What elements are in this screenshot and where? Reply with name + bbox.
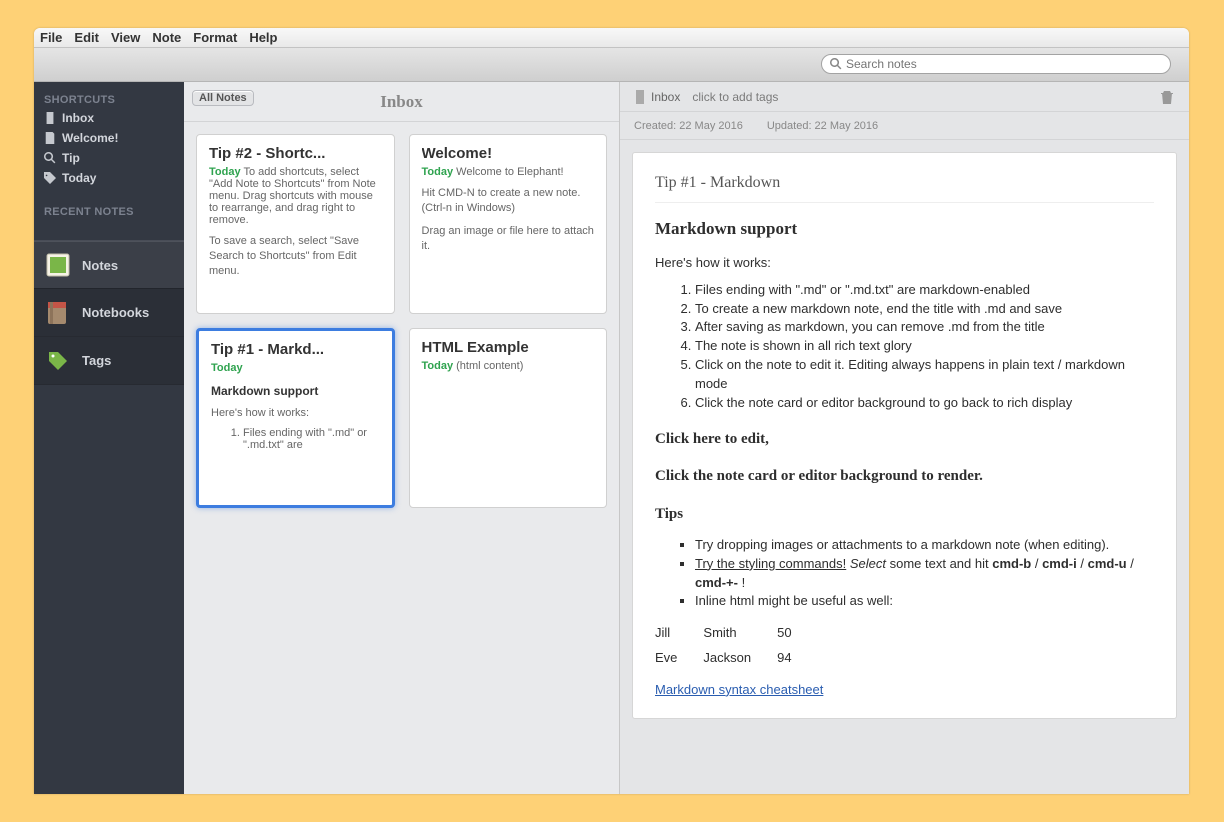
- note-heading: Markdown support: [655, 217, 1154, 242]
- note-title: Tip #1 - Markdown: [655, 171, 1154, 203]
- card-date: Today: [209, 166, 241, 178]
- card-body: To save a search, select "Save Search to…: [209, 234, 382, 279]
- note-card[interactable]: Welcome! Today Welcome to Elephant! Hit …: [409, 134, 608, 314]
- menubar: File Edit View Note Format Help: [34, 28, 1189, 48]
- card-body: Hit CMD-N to create a new note. (Ctrl-n …: [422, 186, 595, 216]
- menu-edit[interactable]: Edit: [74, 30, 99, 45]
- tags-icon: [45, 348, 71, 374]
- created-date: Created: 22 May 2016: [634, 120, 743, 132]
- nav-notes[interactable]: Notes: [34, 241, 184, 289]
- note-card[interactable]: Tip #2 - Shortc... Today To add shortcut…: [196, 134, 395, 314]
- step-item: After saving as markdown, you can remove…: [695, 318, 1154, 337]
- shortcut-label: Inbox: [62, 111, 94, 125]
- note-card-selected[interactable]: Tip #1 - Markd... Today Markdown support…: [196, 328, 395, 508]
- note-card[interactable]: HTML Example Today (html content): [409, 328, 608, 508]
- notebook-icon: [634, 90, 646, 104]
- note-text: Here's how it works:: [655, 254, 1154, 273]
- tag-icon: [44, 172, 56, 184]
- notes-icon: [45, 252, 71, 278]
- shortcut-label: Today: [62, 171, 96, 185]
- all-notes-button[interactable]: All Notes: [192, 90, 254, 106]
- shortcut-inbox[interactable]: Inbox: [34, 108, 184, 128]
- note-list: All Notes Inbox Tip #2 - Shortc... Today…: [184, 82, 620, 794]
- shortcut-tip[interactable]: Tip: [34, 148, 184, 168]
- card-subheading: Markdown support: [211, 384, 380, 398]
- search-icon: [830, 58, 842, 70]
- shortcuts-header: SHORTCUTS: [34, 90, 184, 108]
- tip-item: Try the styling commands! Select some te…: [695, 555, 1154, 593]
- card-title: HTML Example: [422, 339, 595, 356]
- example-table: JillSmith50 EveJackson94: [655, 621, 818, 671]
- step-item: Click the note card or editor background…: [695, 394, 1154, 413]
- card-body: (html content): [456, 360, 523, 372]
- card-date: Today: [422, 166, 454, 178]
- shortcut-label: Welcome!: [62, 131, 118, 145]
- card-date: Today: [422, 360, 454, 372]
- notebook-icon: [44, 112, 56, 124]
- recent-notes-header: RECENT NOTES: [34, 202, 184, 220]
- note-heading: Click the note card or editor background…: [655, 466, 1154, 488]
- sidebar: SHORTCUTS Inbox Welcome! Tip Today RECEN…: [34, 82, 184, 794]
- step-item: To create a new markdown note, end the t…: [695, 300, 1154, 319]
- card-body: Here's how it works:: [211, 406, 380, 421]
- add-tags-hint[interactable]: click to add tags: [692, 90, 778, 104]
- shortcut-today[interactable]: Today: [34, 168, 184, 188]
- notebook-pill[interactable]: Inbox: [634, 90, 680, 104]
- search-input-wrap[interactable]: [821, 54, 1171, 74]
- search-input[interactable]: [846, 57, 1162, 71]
- nav-label: Notes: [82, 258, 118, 273]
- notebook-name: Inbox: [651, 90, 680, 104]
- card-title: Welcome!: [422, 145, 595, 162]
- nav-tags[interactable]: Tags: [34, 337, 184, 385]
- shortcut-welcome[interactable]: Welcome!: [34, 128, 184, 148]
- step-item: Files ending with ".md" or ".md.txt" are…: [695, 281, 1154, 300]
- cheatsheet-link[interactable]: Markdown syntax cheatsheet: [655, 682, 823, 697]
- card-title: Tip #1 - Markd...: [211, 341, 380, 358]
- app-window: File Edit View Note Format Help SHORTCUT…: [34, 28, 1189, 794]
- trash-icon[interactable]: [1159, 89, 1175, 105]
- nav-label: Tags: [82, 353, 111, 368]
- card-list-item: Files ending with ".md" or ".md.txt" are: [243, 427, 380, 451]
- nav-label: Notebooks: [82, 305, 149, 320]
- updated-date: Updated: 22 May 2016: [767, 120, 878, 132]
- card-body: Drag an image or file here to attach it.: [422, 224, 595, 254]
- card-title: Tip #2 - Shortc...: [209, 145, 382, 162]
- toolbar: [34, 48, 1189, 82]
- note-heading: Tips: [655, 504, 1154, 526]
- step-item: The note is shown in all rich text glory: [695, 337, 1154, 356]
- step-item: Click on the note to edit it. Editing al…: [695, 356, 1154, 394]
- note-icon: [44, 132, 56, 144]
- menu-help[interactable]: Help: [249, 30, 277, 45]
- card-date: Today: [211, 362, 243, 374]
- notebook-title: Inbox: [380, 92, 423, 111]
- card-body: Welcome to Elephant!: [456, 166, 563, 178]
- shortcut-label: Tip: [62, 151, 80, 165]
- menu-file[interactable]: File: [40, 30, 62, 45]
- note-content[interactable]: Tip #1 - Markdown Markdown support Here'…: [632, 152, 1177, 719]
- note-heading: Click here to edit,: [655, 429, 1154, 451]
- tip-item: Inline html might be useful as well:: [695, 592, 1154, 611]
- editor-background[interactable]: Tip #1 - Markdown Markdown support Here'…: [620, 140, 1189, 794]
- tip-item: Try dropping images or attachments to a …: [695, 536, 1154, 555]
- menu-view[interactable]: View: [111, 30, 140, 45]
- search-icon: [44, 152, 56, 164]
- nav-notebooks[interactable]: Notebooks: [34, 289, 184, 337]
- menu-format[interactable]: Format: [193, 30, 237, 45]
- menu-note[interactable]: Note: [152, 30, 181, 45]
- notebooks-icon: [45, 300, 71, 326]
- editor-pane: Inbox click to add tags Created: 22 May …: [620, 82, 1189, 794]
